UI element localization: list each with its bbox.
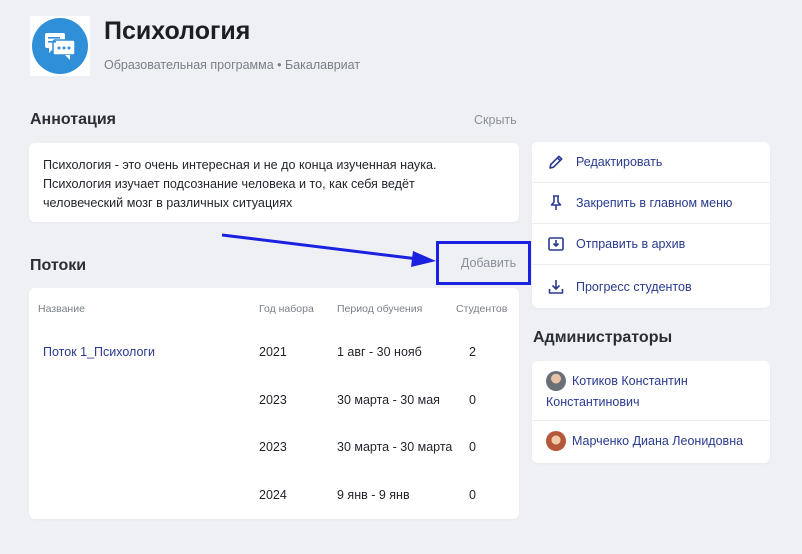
pin-icon [546,193,566,213]
streams-heading: Потоки [30,257,87,274]
pin-action[interactable]: Закрепить в главном меню [532,183,770,224]
program-logo [30,16,90,76]
column-header-name: Название [38,303,85,315]
table-cell-year: 2023 [259,440,287,454]
add-stream-button[interactable]: Добавить [461,256,516,270]
chat-bubbles-icon [32,18,88,74]
action-label: Прогресс студентов [576,279,692,294]
table-cell-period: 1 авг - 30 нояб [337,345,422,359]
table-cell-period: 30 марта - 30 марта [337,440,453,454]
admin-link[interactable]: Котиков Константин Константинович [546,370,688,412]
column-header-period: Период обучения [337,303,423,315]
admin-name-line2: Константинович [546,394,640,409]
download-icon [546,277,566,297]
archive-icon [546,234,566,254]
admin-link[interactable]: Марченко Диана Леонидовна [546,430,744,452]
action-label: Закрепить в главном меню [576,196,733,210]
actions-menu: Редактировать Закрепить в главном меню О… [532,142,770,308]
avatar [546,370,566,391]
table-cell-students: 0 [469,393,476,407]
table-cell-year: 2024 [259,488,287,502]
hide-annotation-link[interactable]: Скрыть [474,113,517,127]
pencil-icon [546,152,566,172]
action-label: Отправить в архив [576,237,686,251]
admin-name-line1: Марченко Диана Леонидовна [572,434,744,448]
admin-name-line1: Котиков Константин [572,374,688,388]
table-cell-year: 2021 [259,345,287,359]
edit-action[interactable]: Редактировать [532,142,770,183]
column-header-year: Год набора [259,303,314,315]
table-cell-students: 0 [469,488,476,502]
annotation-line: Психология - это очень интересная и не д… [43,158,437,172]
table-cell-students: 0 [469,440,476,454]
admins-heading: Администраторы [533,329,673,346]
table-cell-period: 9 янв - 9 янв [337,488,410,502]
archive-action[interactable]: Отправить в архив [532,224,770,265]
annotation-heading: Аннотация [30,111,116,128]
table-cell-period: 30 марта - 30 мая [337,393,440,407]
column-header-students: Студентов [456,303,508,315]
streams-table: Название Год набора Период обучения Студ… [29,288,519,519]
divider [532,420,770,421]
annotation-line: человеческий мозг в различных ситуациях [43,196,293,210]
table-cell-year: 2023 [259,393,287,407]
student-progress-action[interactable]: Прогресс студентов [532,265,770,308]
admins-card: Котиков Константин Константинович Марчен… [532,361,770,463]
add-stream-highlight: Добавить [436,241,531,285]
page-title: Психология [104,17,251,45]
annotation-line: Психология изучает подсознание человека … [43,177,415,191]
action-label: Редактировать [576,155,663,169]
avatar [546,430,566,451]
page-subtitle: Образовательная программа • Бакалавриат [104,58,361,72]
annotation-card: Психология - это очень интересная и не д… [29,143,519,222]
stream-name-link[interactable]: Поток 1_Психологи [43,345,155,359]
table-cell-students: 2 [469,345,476,359]
